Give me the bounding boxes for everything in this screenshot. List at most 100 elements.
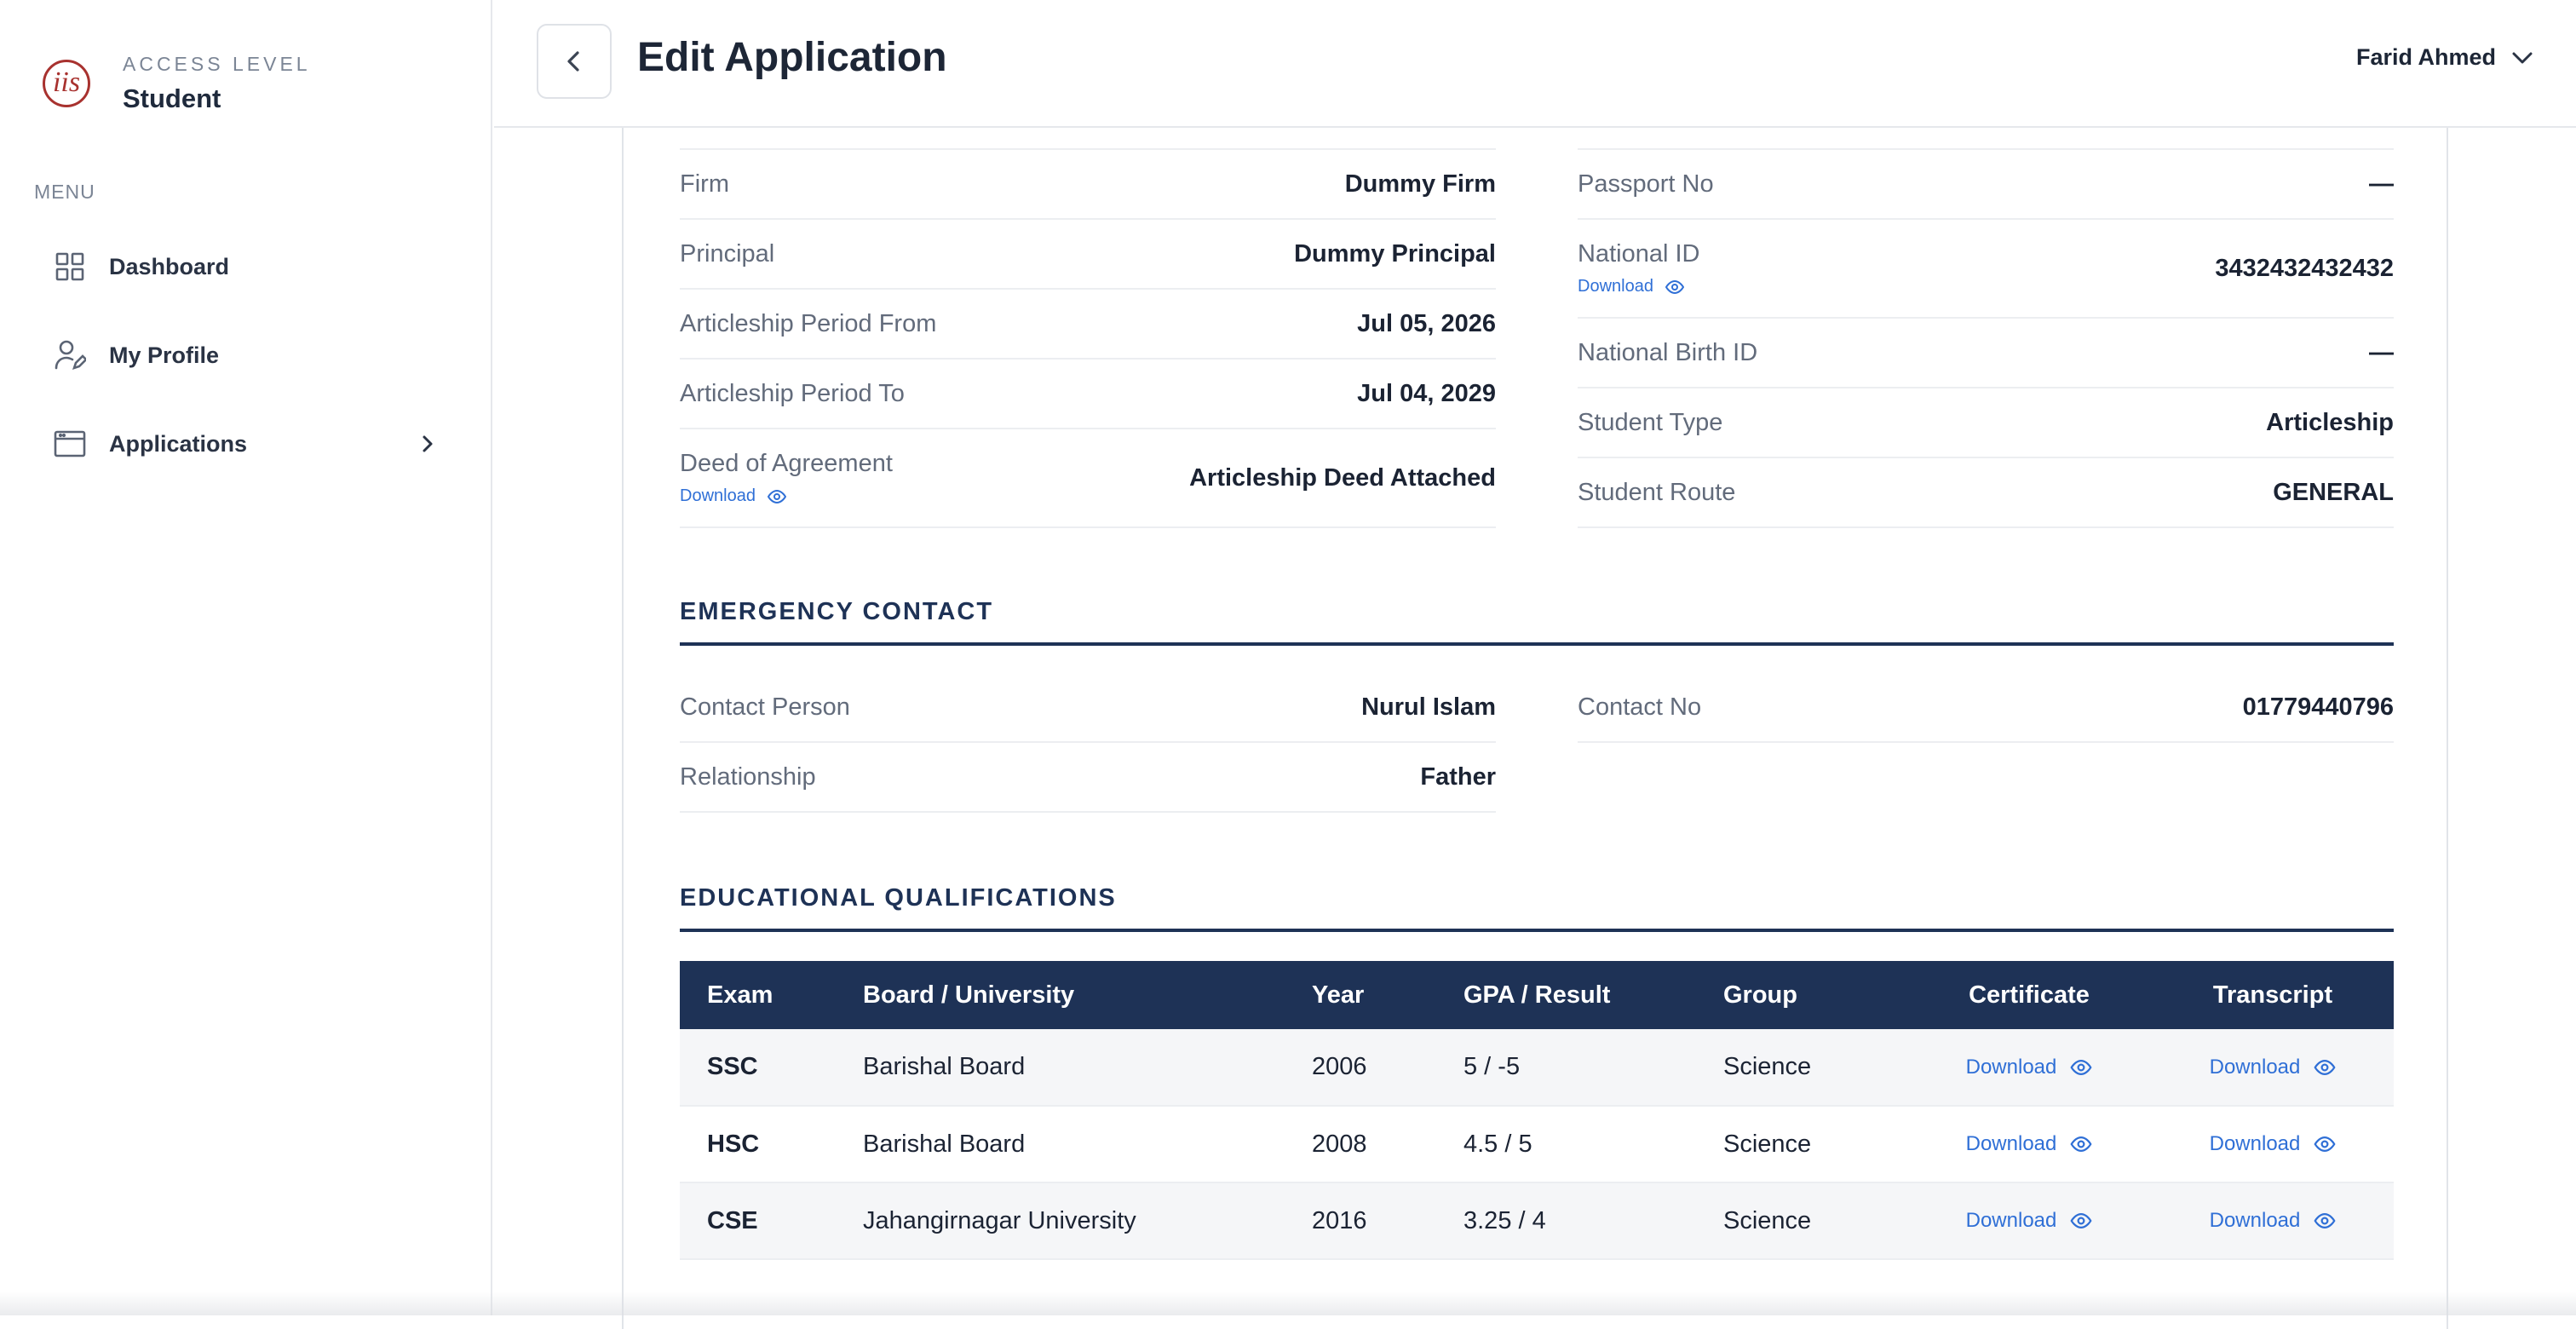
download-text[interactable]: Download <box>2210 1056 2301 1079</box>
download-link[interactable]: Download <box>1906 1132 2152 1156</box>
detail-value: Nurul Islam <box>1361 693 1496 721</box>
eye-icon[interactable] <box>767 489 786 503</box>
access-level-label: ACCESS LEVEL <box>123 53 311 75</box>
detail-value: — <box>2369 170 2394 198</box>
cell-exam: HSC <box>680 1106 836 1183</box>
emergency-left: Contact Person Nurul Islam Relationship … <box>680 673 1496 813</box>
cell-result: 5 / -5 <box>1436 1029 1696 1107</box>
window-icon <box>53 427 87 461</box>
table-row: CSE Jahangirnagar University 2016 3.25 /… <box>680 1182 2394 1260</box>
column-header: Year <box>1285 961 1436 1029</box>
eye-icon[interactable] <box>2070 1059 2092 1075</box>
sidebar-item-label: Dashboard <box>109 253 230 279</box>
table-row: HSC Barishal Board 2008 4.5 / 5 Science … <box>680 1106 2394 1183</box>
column-header: Transcript <box>2152 961 2394 1029</box>
cell-result: 3.25 / 4 <box>1436 1182 1696 1260</box>
download-text[interactable]: Download <box>2210 1132 2301 1156</box>
emergency-right: Contact No 01779440796 <box>1578 673 2394 743</box>
detail-label: Deed of Agreement <box>680 450 893 477</box>
eye-icon[interactable] <box>2314 1059 2336 1075</box>
eye-icon[interactable] <box>2314 1136 2336 1152</box>
download-link[interactable]: Download <box>2152 1132 2394 1156</box>
column-header: Certificate <box>1906 961 2152 1029</box>
sidebar-item-applications[interactable]: Applications <box>53 418 445 469</box>
download-link[interactable]: Download <box>1906 1056 2152 1079</box>
cell-board: Barishal Board <box>836 1029 1285 1107</box>
detail-value: 01779440796 <box>2242 693 2394 721</box>
detail-label-group: National ID Download <box>1578 240 1699 296</box>
cell-certificate: Download <box>1906 1106 2152 1183</box>
detail-label: Student Route <box>1578 478 1736 506</box>
detail-value: GENERAL <box>2273 478 2394 506</box>
download-text[interactable]: Download <box>1966 1056 2057 1079</box>
detail-label: Passport No <box>1578 170 1714 198</box>
column-header: Exam <box>680 961 836 1029</box>
cell-group: Science <box>1696 1029 1906 1107</box>
detail-row-student-route: Student Route GENERAL <box>1578 458 2394 528</box>
detail-row-relationship: Relationship Father <box>680 743 1496 813</box>
cell-year: 2008 <box>1285 1106 1436 1183</box>
back-button[interactable] <box>537 24 612 99</box>
detail-value: Jul 05, 2026 <box>1357 309 1496 337</box>
detail-label: Articleship Period To <box>680 379 905 407</box>
eye-icon[interactable] <box>1665 279 1684 294</box>
sidebar-item-label: Applications <box>109 430 248 457</box>
detail-label: Principal <box>680 239 775 268</box>
cell-group: Science <box>1696 1106 1906 1183</box>
cell-transcript: Download <box>2152 1182 2394 1260</box>
eye-icon[interactable] <box>2070 1213 2092 1228</box>
download-link[interactable]: Download <box>680 486 893 506</box>
column-header: Board / University <box>836 961 1285 1029</box>
download-link[interactable]: Download <box>1906 1209 2152 1233</box>
download-text[interactable]: Download <box>680 486 756 506</box>
top-header: Edit Application Farid Ahmed <box>494 0 2576 128</box>
table-header-row: Exam Board / University Year GPA / Resul… <box>680 961 2394 1029</box>
sidebar-item-my-profile[interactable]: My Profile <box>53 330 445 381</box>
detail-label-group: Deed of Agreement Download <box>680 450 893 506</box>
detail-row-national-id: National ID Download 3432432432432 <box>1578 220 2394 319</box>
download-link[interactable]: Download <box>2152 1209 2394 1233</box>
detail-label: Articleship Period From <box>680 309 937 337</box>
chevron-left-icon <box>567 51 579 72</box>
details-left: Firm Dummy Firm Principal Dummy Principa… <box>680 148 1496 528</box>
detail-value: 3432432432432 <box>2215 254 2394 282</box>
detail-label: National ID <box>1578 240 1700 268</box>
cell-board: Jahangirnagar University <box>836 1182 1285 1260</box>
section-title-education: EDUCATIONAL QUALIFICATIONS <box>680 884 1117 912</box>
detail-label: Firm <box>680 170 729 198</box>
detail-row-contact-person: Contact Person Nurul Islam <box>680 673 1496 743</box>
section-divider <box>680 929 2394 932</box>
detail-label: Contact No <box>1578 693 1702 721</box>
download-text[interactable]: Download <box>2210 1209 2301 1233</box>
detail-value: Jul 04, 2029 <box>1357 379 1496 407</box>
eye-icon[interactable] <box>2070 1136 2092 1152</box>
detail-row-period-to: Articleship Period To Jul 04, 2029 <box>680 360 1496 429</box>
download-text[interactable]: Download <box>1966 1209 2057 1233</box>
download-text[interactable]: Download <box>1966 1132 2057 1156</box>
education-table: Exam Board / University Year GPA / Resul… <box>680 961 2394 1260</box>
section-divider <box>680 642 2394 646</box>
details-right: Passport No — National ID Download 34324… <box>1578 148 2394 528</box>
detail-row-principal: Principal Dummy Principal <box>680 220 1496 290</box>
column-header: Group <box>1696 961 1906 1029</box>
cell-transcript: Download <box>2152 1029 2394 1107</box>
eye-icon[interactable] <box>2314 1213 2336 1228</box>
cell-board: Barishal Board <box>836 1106 1285 1183</box>
page-title: Edit Application <box>637 35 947 80</box>
sidebar-item-label: My Profile <box>109 342 220 368</box>
section-title-emergency: EMERGENCY CONTACT <box>680 598 994 625</box>
download-link[interactable]: Download <box>1578 277 1699 296</box>
download-link[interactable]: Download <box>2152 1056 2394 1079</box>
chevron-down-icon <box>2512 52 2533 63</box>
sidebar-item-dashboard[interactable]: Dashboard <box>53 241 445 292</box>
detail-label: Student Type <box>1578 408 1723 436</box>
chevron-right-icon[interactable] <box>411 427 445 461</box>
detail-value: Articleship Deed Attached <box>1189 463 1496 492</box>
download-text[interactable]: Download <box>1578 277 1653 296</box>
brand-logo: iis <box>43 60 90 107</box>
cell-certificate: Download <box>1906 1029 2152 1107</box>
detail-row-student-type: Student Type Articleship <box>1578 388 2394 458</box>
user-menu[interactable]: Farid Ahmed <box>2356 44 2533 71</box>
detail-row-birth-id: National Birth ID — <box>1578 319 2394 388</box>
detail-value: Dummy Firm <box>1344 170 1496 198</box>
